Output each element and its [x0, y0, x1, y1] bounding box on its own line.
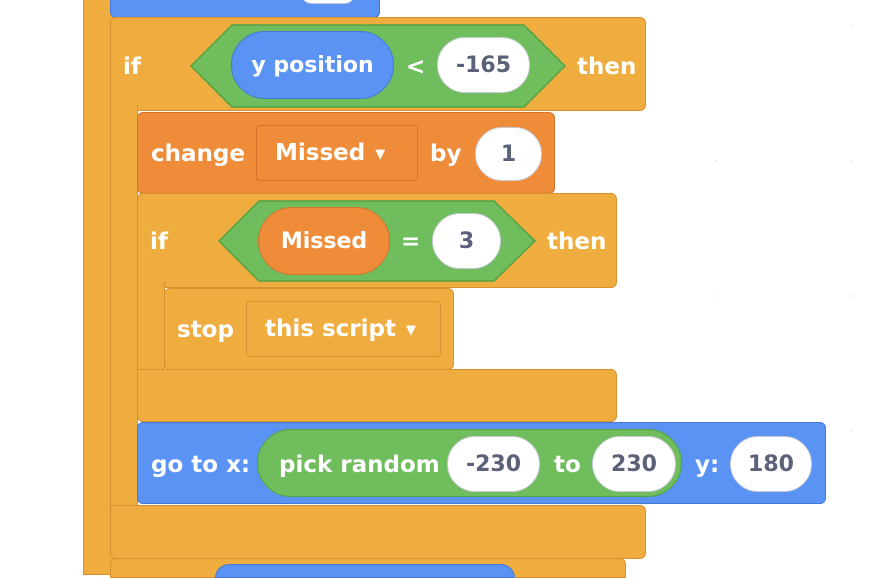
y-label: y: [695, 452, 720, 478]
grid-dot [715, 160, 717, 162]
caret-down-icon: ▼ [375, 146, 386, 162]
outer-loop-arm[interactable] [83, 0, 113, 575]
grid-dot [850, 160, 852, 162]
equals-symbol: = [401, 229, 421, 255]
by-label: by [430, 141, 462, 167]
if-block-inner-arm [137, 282, 165, 377]
stop-label: stop [177, 317, 234, 343]
missed-variable-reporter[interactable]: Missed [258, 207, 390, 275]
equals-value-input[interactable]: 3 [432, 213, 501, 269]
pick-random-label: pick random [279, 452, 440, 478]
variable-dropdown-label: Missed [275, 140, 366, 166]
y-position-reporter[interactable]: y position [231, 31, 394, 99]
random-to-input[interactable]: 230 [592, 436, 676, 492]
y-value-input[interactable]: 180 [730, 436, 812, 492]
grid-dot [850, 430, 852, 432]
previous-input-slot[interactable] [300, 0, 356, 4]
caret-down-icon: ▼ [405, 322, 416, 338]
change-amount-input[interactable]: 1 [475, 127, 542, 181]
compare-value-input[interactable]: -165 [437, 37, 530, 93]
then-label: then [577, 54, 637, 80]
less-than-symbol: < [406, 54, 426, 80]
go-to-x-label: go to x: [151, 452, 251, 478]
grid-dot [850, 295, 852, 297]
if-label-inner: if [150, 229, 168, 255]
stop-option-label: this script [265, 316, 396, 342]
if-block-inner-bottom[interactable] [137, 369, 617, 422]
script-canvas[interactable]: if y position < -165 then change Missed … [0, 0, 880, 578]
grid-dot [850, 25, 852, 27]
if-block-outer-arm [110, 105, 138, 515]
change-label: change [151, 141, 245, 167]
to-label: to [554, 452, 581, 478]
stop-option-dropdown[interactable]: this script ▼ [246, 301, 441, 357]
then-label-inner: then [547, 229, 607, 255]
if-label: if [123, 54, 141, 80]
grid-dot [715, 295, 717, 297]
variable-dropdown[interactable]: Missed ▼ [256, 125, 418, 181]
if-block-outer-bottom[interactable] [110, 505, 646, 559]
next-reporter-slot[interactable] [215, 564, 515, 578]
random-from-input[interactable]: -230 [447, 436, 540, 492]
